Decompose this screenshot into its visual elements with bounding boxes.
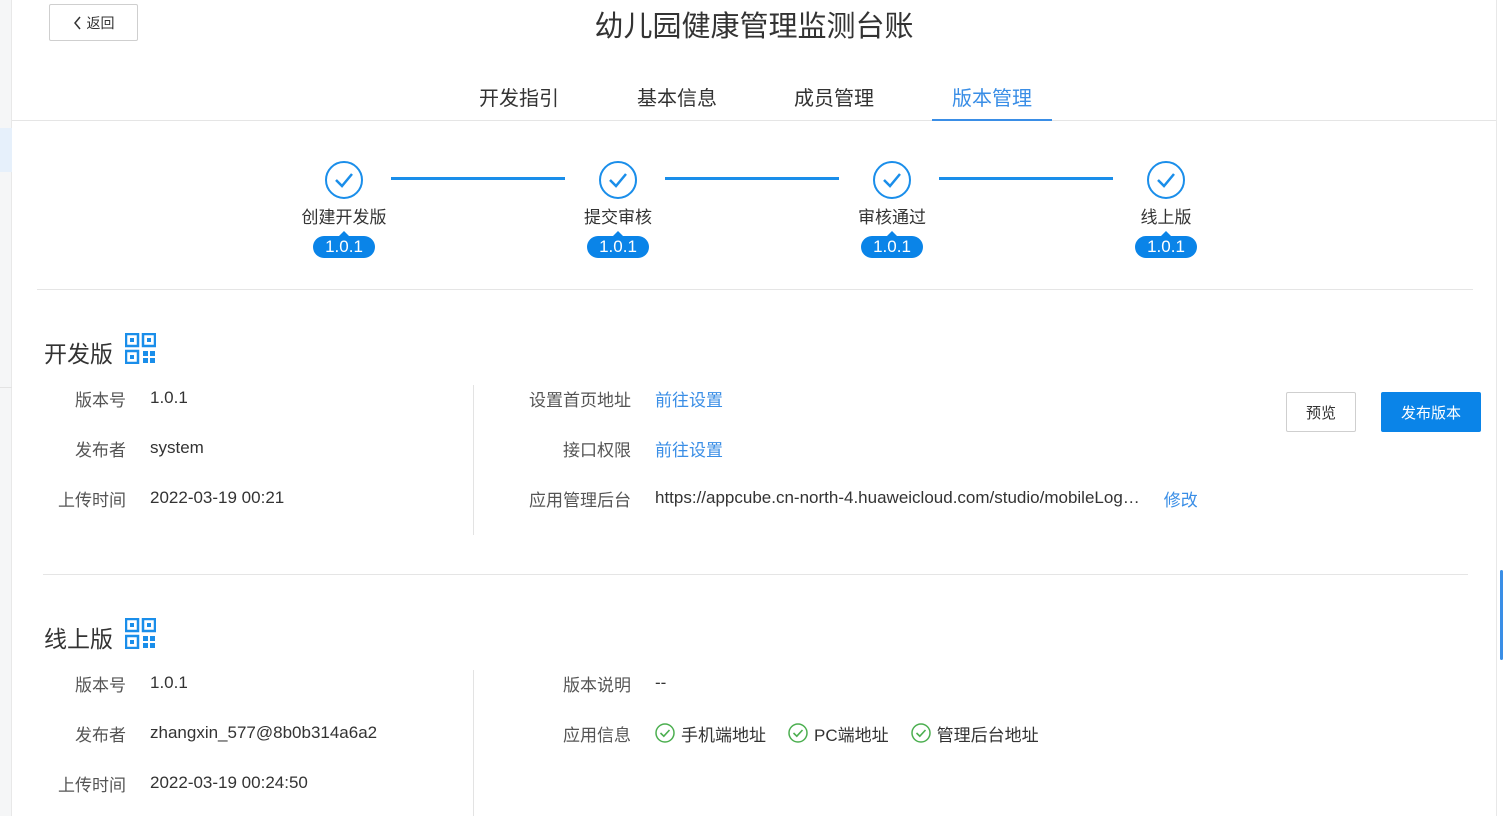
field-label: 上传时间	[58, 775, 126, 795]
divider	[37, 289, 1473, 290]
scrollbar[interactable]	[1496, 0, 1508, 816]
info-item-label: 手机端地址	[681, 725, 766, 745]
dev-version-row: 版本号 1.0.1	[40, 386, 188, 410]
dev-section-label: 开发版	[44, 340, 113, 367]
step-online: 线上版 1.0.1	[1106, 160, 1226, 258]
online-publisher-row: 发布者 zhangxin_577@8b0b314a6a2	[40, 721, 377, 745]
dev-section-title: 开发版	[44, 332, 157, 370]
online-desc-row: 版本说明 --	[500, 671, 666, 695]
dev-upload-row: 上传时间 2022-03-19 00:21	[40, 486, 284, 510]
online-info-row: 应用信息 手机端地址 PC端地址 管理后台地址	[500, 721, 1061, 745]
check-circle-icon	[788, 723, 808, 743]
app-info-list: 手机端地址 PC端地址 管理后台地址	[655, 721, 1061, 746]
divider	[43, 574, 1468, 575]
info-item-label: PC端地址	[814, 725, 889, 745]
field-label: 版本号	[75, 675, 126, 695]
dev-publisher-value: system	[150, 438, 204, 457]
check-circle-icon	[1147, 161, 1185, 199]
check-circle-icon	[655, 723, 675, 743]
homepage-setting-link[interactable]: 前往设置	[655, 386, 723, 411]
online-publisher-value: zhangxin_577@8b0b314a6a2	[150, 723, 378, 742]
scrollbar-thumb[interactable]	[1500, 570, 1503, 660]
online-desc-value: --	[655, 673, 667, 692]
progress-steps: 创建开发版 1.0.1 提交审核 1.0.1 审核通过 1.0.1 线上版 1.…	[0, 130, 1508, 280]
step-label: 创建开发版	[301, 208, 387, 227]
step-label: 提交审核	[584, 208, 652, 227]
version-badge: 1.0.1	[587, 231, 649, 258]
column-divider	[473, 670, 474, 816]
field-label: 应用信息	[563, 725, 631, 745]
check-circle-icon	[325, 161, 363, 199]
admin-url-value: https://appcube.cn-north-4.huaweicloud.c…	[655, 488, 1140, 507]
step-review-passed: 审核通过 1.0.1	[832, 160, 952, 258]
step-connector	[665, 177, 839, 180]
field-label: 版本号	[75, 390, 126, 410]
field-label: 接口权限	[563, 440, 631, 460]
online-upload-row: 上传时间 2022-03-19 00:24:50	[40, 771, 308, 795]
check-circle-icon	[599, 161, 637, 199]
dev-api-row: 接口权限 前往设置	[500, 436, 723, 460]
field-label: 发布者	[75, 725, 126, 745]
dev-publisher-row: 发布者 system	[40, 436, 204, 460]
field-label: 发布者	[75, 440, 126, 460]
version-badge: 1.0.1	[861, 231, 923, 258]
step-submit-review: 提交审核 1.0.1	[558, 160, 678, 258]
step-label: 线上版	[1140, 208, 1192, 227]
step-label: 审核通过	[858, 208, 926, 227]
online-version-value: 1.0.1	[150, 673, 188, 692]
field-label: 设置首页地址	[529, 390, 631, 410]
online-upload-value: 2022-03-19 00:24:50	[150, 773, 308, 792]
left-sidebar-edge	[0, 0, 12, 816]
tab-basic-info[interactable]: 基本信息	[637, 82, 717, 121]
tab-dev-guide[interactable]: 开发指引	[479, 82, 559, 121]
publish-version-button[interactable]: 发布版本	[1381, 392, 1481, 432]
column-divider	[473, 385, 474, 535]
check-circle-icon	[873, 161, 911, 199]
check-circle-icon	[910, 723, 931, 743]
field-label: 版本说明	[563, 675, 631, 695]
dev-upload-value: 2022-03-19 00:21	[150, 488, 285, 507]
edit-admin-url-link[interactable]: 修改	[1164, 486, 1198, 511]
step-create-dev: 创建开发版 1.0.1	[284, 160, 404, 258]
version-badge: 1.0.1	[313, 231, 375, 258]
online-section-title: 线上版	[44, 617, 157, 655]
dev-admin-row: 应用管理后台 https://appcube.cn-north-4.huawei…	[500, 486, 1198, 510]
step-connector	[391, 177, 565, 180]
dev-version-value: 1.0.1	[150, 388, 188, 407]
pc-address-item[interactable]: PC端地址	[788, 721, 889, 746]
page-title: 幼儿园健康管理监测台账	[594, 11, 914, 43]
online-version-row: 版本号 1.0.1	[40, 671, 188, 695]
api-permission-link[interactable]: 前往设置	[655, 436, 723, 461]
dev-homepage-row: 设置首页地址 前往设置	[500, 386, 723, 410]
field-label: 应用管理后台	[529, 490, 631, 510]
info-item-label: 管理后台地址	[936, 725, 1039, 745]
mobile-address-item[interactable]: 手机端地址	[655, 721, 766, 746]
field-label: 上传时间	[58, 490, 126, 510]
qr-code-icon[interactable]	[124, 617, 157, 655]
admin-address-item[interactable]: 管理后台地址	[910, 721, 1039, 746]
tab-bar: 开发指引 基本信息 成员管理 版本管理	[12, 72, 1496, 121]
step-connector	[939, 177, 1113, 180]
tab-version-management[interactable]: 版本管理	[932, 82, 1052, 121]
online-section-label: 线上版	[44, 625, 113, 652]
tab-member-management[interactable]: 成员管理	[794, 82, 874, 121]
version-badge: 1.0.1	[1135, 231, 1197, 258]
qr-code-icon[interactable]	[124, 332, 157, 370]
preview-button[interactable]: 预览	[1286, 392, 1356, 432]
